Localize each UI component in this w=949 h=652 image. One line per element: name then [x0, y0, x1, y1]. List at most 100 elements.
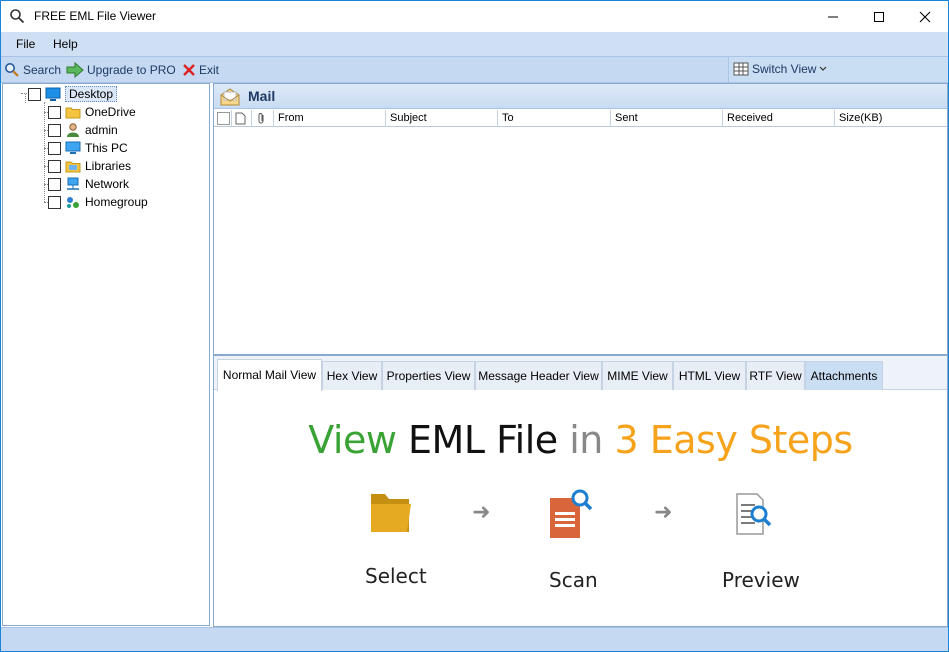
tab-mime-view[interactable]: MIME View [602, 361, 673, 390]
document-icon [235, 112, 246, 125]
search-button[interactable]: Search [4, 61, 61, 79]
menu-help[interactable]: Help [53, 37, 78, 51]
tree-item-onedrive[interactable]: OneDrive [48, 103, 136, 121]
step-preview-label: Preview [722, 568, 800, 592]
tree-item-label: Network [85, 177, 130, 191]
doc-column[interactable] [232, 110, 252, 127]
mail-list-panel: Mail From Subject To Sent Received Size(… [213, 83, 948, 355]
switch-view-area: Switch View [728, 57, 948, 82]
arrow-right-icon: ➜ [654, 499, 673, 524]
maximize-icon [874, 11, 884, 22]
close-icon [919, 11, 931, 22]
scan-document-icon [550, 489, 593, 538]
exit-x-icon [183, 64, 195, 76]
user-icon [67, 123, 79, 137]
title-bar: FREE EML File Viewer [1, 1, 948, 32]
tree-checkbox[interactable] [48, 195, 61, 209]
tree-line [44, 102, 45, 202]
toolbar: Search Upgrade to PRO Exit Switch View [1, 56, 948, 83]
tree-checkbox[interactable] [48, 105, 61, 119]
paperclip-icon [258, 113, 264, 124]
switch-view-label: Switch View [752, 62, 817, 76]
mail-header: Mail [214, 84, 947, 109]
tab-html-view[interactable]: HTML View [673, 361, 746, 390]
exit-button[interactable]: Exit [182, 61, 219, 79]
search-icon [10, 9, 25, 24]
view-tabs: Normal Mail View Hex View Properties Vie… [214, 356, 947, 391]
tree-item-label: Libraries [85, 159, 132, 173]
arrow-right-icon [66, 62, 84, 78]
tree-item-admin[interactable]: admin [48, 121, 118, 139]
network-icon [67, 177, 79, 190]
minimize-button[interactable] [810, 1, 856, 32]
hero-title: View EML File in 3 Easy Steps [214, 418, 947, 462]
tree-item-desktop[interactable]: Desktop [28, 85, 118, 103]
close-button[interactable] [902, 1, 948, 32]
select-all-checkbox[interactable] [217, 112, 230, 125]
mail-title: Mail [248, 88, 276, 104]
column-size[interactable]: Size(KB) [835, 110, 947, 127]
hero-word-view: View [308, 418, 397, 462]
folder-tree: Desktop OneDrive admin This PC Libraries Net… [2, 83, 210, 626]
upgrade-button[interactable]: Upgrade to PRO [66, 61, 176, 79]
tree-line [25, 94, 26, 103]
exit-button-label: Exit [199, 63, 220, 77]
tree-checkbox[interactable] [28, 87, 41, 101]
tab-rtf-view[interactable]: RTF View [746, 361, 805, 390]
grid-view-icon [733, 62, 749, 76]
tree-item-label: admin [85, 123, 118, 137]
tree-item-label: OneDrive [85, 105, 136, 119]
envelope-icon [220, 88, 240, 106]
maximize-button[interactable] [856, 1, 902, 32]
tree-item-label: Homegroup [85, 195, 148, 209]
hero-word-steps: 3 Easy Steps [602, 418, 853, 462]
tree-checkbox[interactable] [48, 123, 61, 137]
tree-item-label: Desktop [65, 86, 118, 102]
mail-column-header: From Subject To Sent Received Size(KB) [214, 110, 947, 127]
computer-icon [65, 141, 81, 154]
folder-icon [371, 494, 411, 532]
upgrade-button-label: Upgrade to PRO [87, 63, 176, 77]
column-from[interactable]: From [274, 110, 386, 127]
tree-item-homegroup[interactable]: Homegroup [48, 193, 148, 211]
tab-hex-view[interactable]: Hex View [322, 361, 382, 390]
tree-item-label: This PC [85, 141, 128, 155]
tab-message-header-view[interactable]: Message Header View [475, 361, 602, 390]
search-icon [5, 63, 19, 77]
tree-item-this-pc[interactable]: This PC [48, 139, 128, 157]
minimize-icon [828, 16, 838, 17]
step-select-label: Select [365, 564, 427, 588]
libraries-icon [65, 161, 81, 173]
app-window: FREE EML File Viewer File Help Search Up… [0, 0, 949, 652]
column-received[interactable]: Received [723, 110, 835, 127]
tree-checkbox[interactable] [48, 177, 61, 191]
homegroup-icon [67, 197, 79, 208]
preview-document-icon [736, 493, 772, 535]
menu-file[interactable]: File [16, 37, 35, 51]
desktop-icon [45, 87, 61, 101]
select-all-column[interactable] [214, 110, 232, 127]
preview-panel: Normal Mail View Hex View Properties Vie… [213, 355, 948, 627]
status-bar [1, 627, 948, 651]
folder-icon [65, 107, 81, 119]
hero-word-in: in [557, 418, 603, 462]
tab-normal-mail-view[interactable]: Normal Mail View [217, 359, 322, 391]
tree-checkbox[interactable] [48, 159, 61, 173]
menu-bar: File Help [1, 32, 948, 56]
arrow-right-icon: ➜ [472, 499, 491, 524]
column-to[interactable]: To [498, 110, 611, 127]
tree-item-libraries[interactable]: Libraries [48, 157, 131, 175]
search-button-label: Search [23, 63, 62, 77]
tab-properties-view[interactable]: Properties View [382, 361, 475, 390]
window-title: FREE EML File Viewer [34, 9, 157, 23]
tab-attachments[interactable]: Attachments [805, 361, 883, 390]
chevron-down-icon [820, 66, 827, 71]
tree-checkbox[interactable] [48, 141, 61, 155]
tree-item-network[interactable]: Network [48, 175, 129, 193]
switch-view-button[interactable]: Switch View [733, 60, 827, 78]
attachment-column[interactable] [252, 110, 274, 127]
column-sent[interactable]: Sent [611, 110, 723, 127]
step-scan-label: Scan [549, 568, 598, 592]
column-subject[interactable]: Subject [386, 110, 498, 127]
hero-word-eml-file: EML File [396, 418, 558, 462]
